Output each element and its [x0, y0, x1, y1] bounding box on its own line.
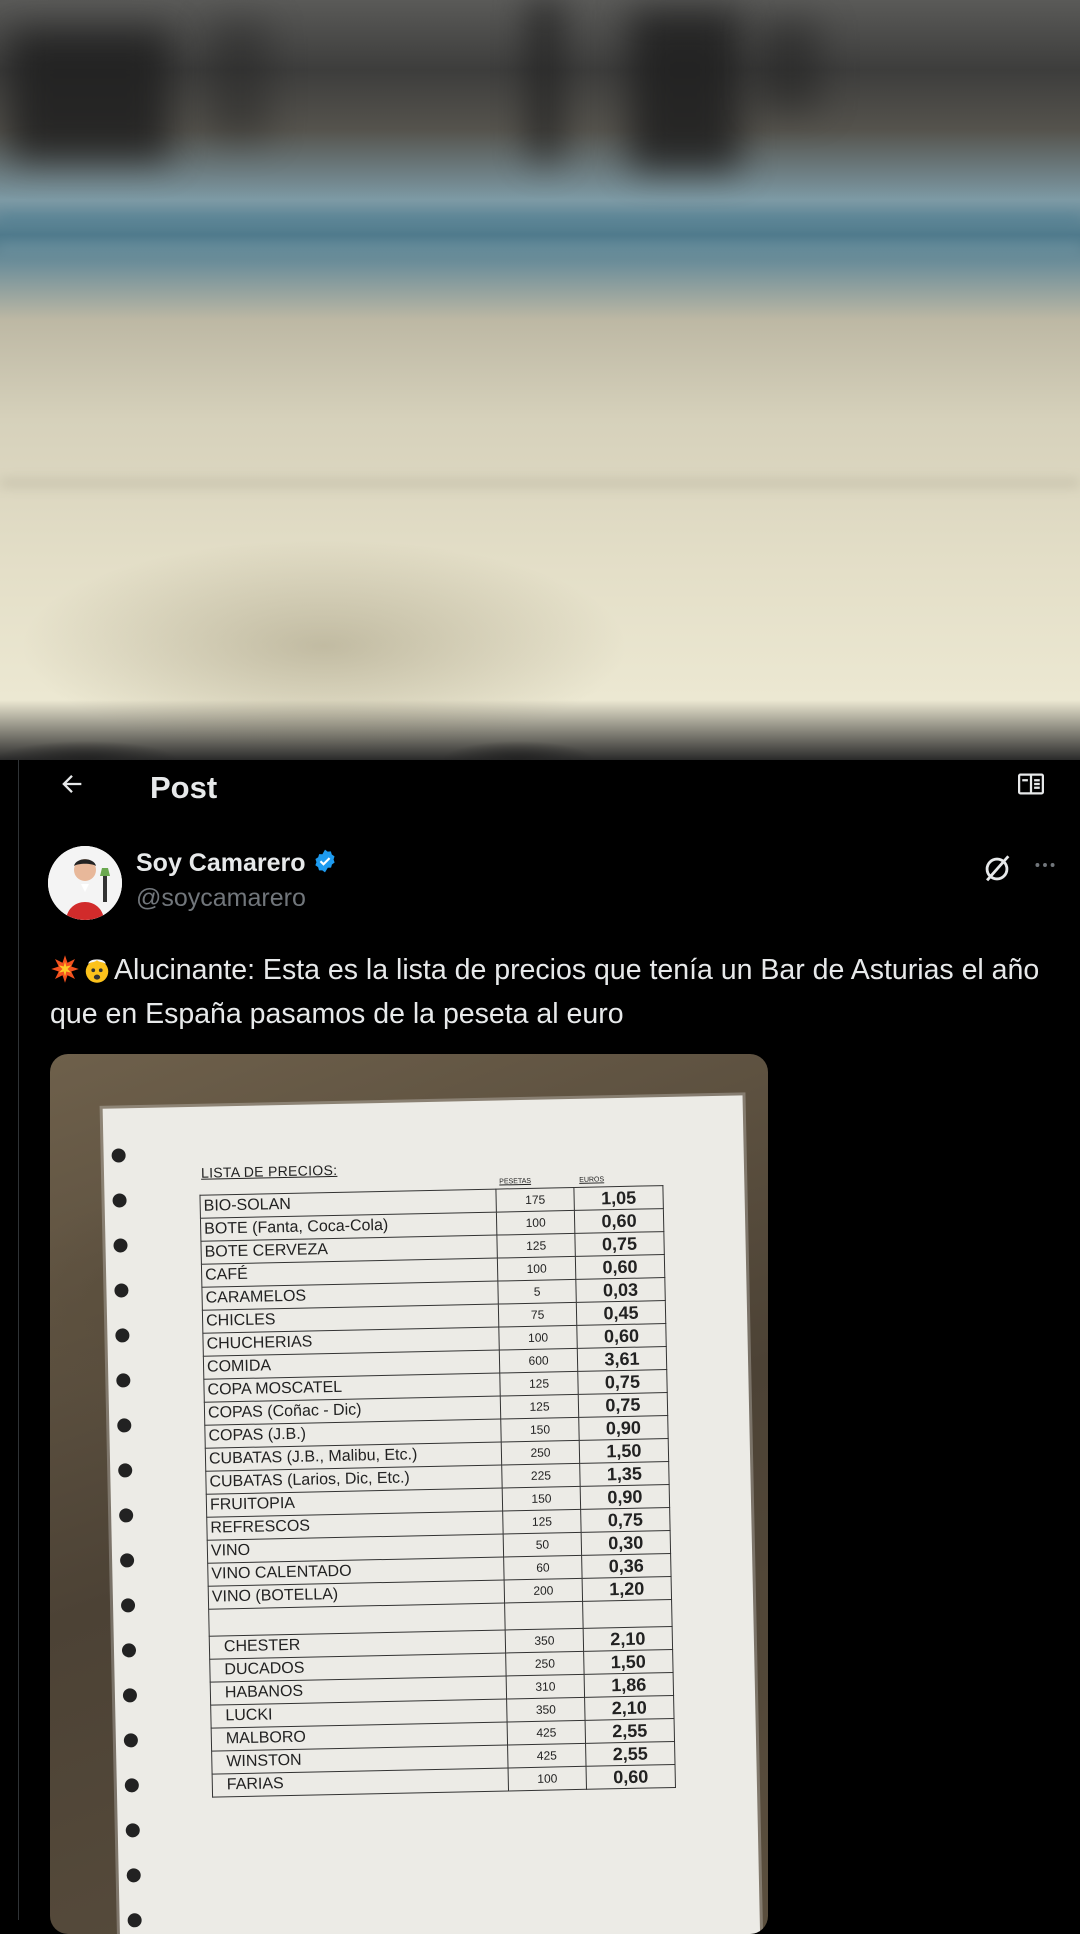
price-cell-euros: 1,50	[579, 1438, 669, 1464]
price-cell-euros: 0,03	[575, 1277, 666, 1303]
price-cell-euros: 0,60	[576, 1323, 667, 1349]
arrow-left-icon	[58, 770, 86, 803]
price-cell-euros: 2,55	[585, 1741, 676, 1767]
top-bar: Post	[0, 760, 1080, 812]
grok-icon	[980, 855, 1014, 890]
price-cell-euros: 0,60	[575, 1254, 665, 1280]
price-cell-pesetas: 175	[496, 1187, 575, 1213]
verified-badge-icon	[312, 848, 338, 879]
price-cell-pesetas: 425	[507, 1743, 586, 1768]
col-euros: EUROS	[579, 1176, 605, 1184]
background-photo	[0, 0, 1080, 760]
price-cell-pesetas: 100	[499, 1325, 578, 1351]
post-text: Alucinante: Esta es la lista de precios …	[50, 948, 1060, 1036]
price-cell-pesetas: 125	[500, 1394, 579, 1420]
price-cell-euros: 1,35	[579, 1461, 670, 1487]
post-author: Soy Camarero @soycamarero	[48, 846, 1058, 926]
price-cell-euros: 0,90	[580, 1484, 670, 1510]
post-image[interactable]: LISTA DE PRECIOS: PESETAS EUROS BIO-SOLA…	[50, 1054, 768, 1934]
price-cell-pesetas: 150	[500, 1417, 580, 1443]
price-cell-euros: 0,75	[577, 1369, 668, 1395]
price-cell-pesetas: 100	[508, 1766, 587, 1791]
reader-mode-button[interactable]	[1013, 768, 1049, 804]
price-cell-pesetas: 425	[507, 1720, 586, 1745]
price-cell-euros: 1,05	[573, 1185, 664, 1211]
avatar[interactable]	[48, 846, 122, 920]
price-cell-pesetas: 5	[498, 1279, 577, 1305]
price-cell-euros: 0,60	[585, 1764, 676, 1790]
price-cell-euros: 0,45	[576, 1300, 666, 1326]
price-cell-pesetas: 250	[501, 1440, 580, 1466]
price-cell-euros: 0,36	[581, 1553, 672, 1579]
price-cell-pesetas: 310	[506, 1674, 585, 1699]
price-list: LISTA DE PRECIOS: PESETAS EUROS BIO-SOLA…	[199, 1154, 732, 1798]
more-icon	[1032, 854, 1058, 884]
price-cell-pesetas: 60	[503, 1555, 583, 1580]
price-cell-euros: 2,55	[584, 1718, 675, 1744]
page-title: Post	[150, 770, 218, 805]
price-cell-pesetas: 75	[498, 1302, 577, 1328]
price-cell-pesetas: 350	[506, 1697, 585, 1722]
price-cell-euros: 3,61	[577, 1346, 667, 1372]
divider	[18, 760, 19, 1920]
price-cell-euros: 1,86	[584, 1672, 674, 1698]
price-cell-pesetas: 250	[505, 1651, 585, 1676]
price-cell-euros: 0,75	[580, 1507, 671, 1533]
author-handle[interactable]: @soycamarero	[136, 884, 306, 913]
price-cell-euros: 0,75	[578, 1392, 668, 1418]
author-name[interactable]: Soy Camarero	[136, 849, 306, 878]
price-cell-pesetas: 125	[499, 1371, 579, 1397]
price-cell-euros: 0,60	[574, 1208, 664, 1234]
price-cell-euros: 0,30	[581, 1530, 671, 1556]
price-cell-pesetas: 600	[499, 1348, 578, 1374]
price-cell-euros: 2,10	[583, 1626, 673, 1652]
back-button[interactable]	[52, 766, 92, 806]
price-cell-pesetas: 100	[497, 1256, 576, 1282]
price-cell-euros: 0,90	[578, 1415, 669, 1441]
post-view: Post Soy Camarero @soycamarero Alucinant…	[0, 760, 1080, 1934]
col-pesetas: PESETAS	[499, 1177, 532, 1186]
price-cell-pesetas: 50	[503, 1532, 582, 1557]
post-text-body: Alucinante: Esta es la lista de precios …	[50, 954, 1040, 1030]
more-button[interactable]	[1028, 852, 1062, 886]
price-cell-euros: 2,10	[584, 1695, 675, 1721]
price-cell-pesetas: 225	[501, 1463, 581, 1489]
grok-button[interactable]	[980, 852, 1014, 886]
book-open-icon	[1016, 769, 1046, 804]
price-list-sheet: LISTA DE PRECIOS: PESETAS EUROS BIO-SOLA…	[102, 1095, 762, 1934]
price-cell-pesetas: 150	[502, 1486, 581, 1512]
price-cell-pesetas: 100	[496, 1210, 575, 1236]
price-cell-euros: 1,20	[582, 1576, 672, 1602]
collision-emoji-icon	[50, 953, 80, 983]
price-cell-euros: 0,75	[574, 1231, 665, 1257]
price-cell-pesetas: 350	[505, 1628, 584, 1653]
price-cell-pesetas: 200	[504, 1578, 583, 1603]
price-cell-pesetas: 125	[497, 1233, 576, 1259]
exploding-head-emoji-icon	[82, 953, 112, 983]
price-cell-pesetas: 125	[502, 1509, 582, 1535]
price-table: BIO-SOLAN 175 1,05 BOTE (Fanta, Coca-Cola) 1…	[199, 1185, 676, 1798]
price-cell-euros: 1,50	[583, 1649, 674, 1675]
